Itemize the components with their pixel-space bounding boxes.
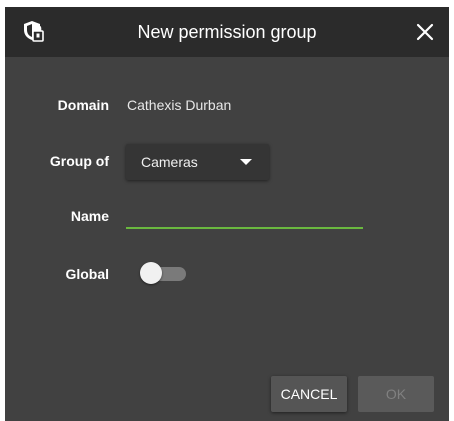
dialog-title: New permission group xyxy=(137,22,317,42)
group-of-select[interactable]: Cameras xyxy=(126,144,269,180)
global-label: Global xyxy=(65,266,109,282)
group-of-label: Group of xyxy=(49,153,109,169)
close-icon[interactable] xyxy=(413,20,437,44)
ok-button[interactable]: OK xyxy=(358,376,434,412)
domain-label: Domain xyxy=(57,97,109,113)
group-of-selected-value: Cameras xyxy=(141,154,198,170)
dialog-titlebar: New permission group xyxy=(5,7,449,57)
domain-value: Cathexis Durban xyxy=(127,97,232,113)
new-permission-group-dialog: New permission group Domain Cathexis Dur… xyxy=(5,7,449,421)
name-label: Name xyxy=(70,208,109,224)
cancel-button[interactable]: CANCEL xyxy=(271,376,347,412)
name-input[interactable] xyxy=(126,203,363,229)
caret-down-icon xyxy=(240,159,252,165)
toggle-thumb xyxy=(140,262,162,284)
global-toggle[interactable] xyxy=(140,262,188,286)
